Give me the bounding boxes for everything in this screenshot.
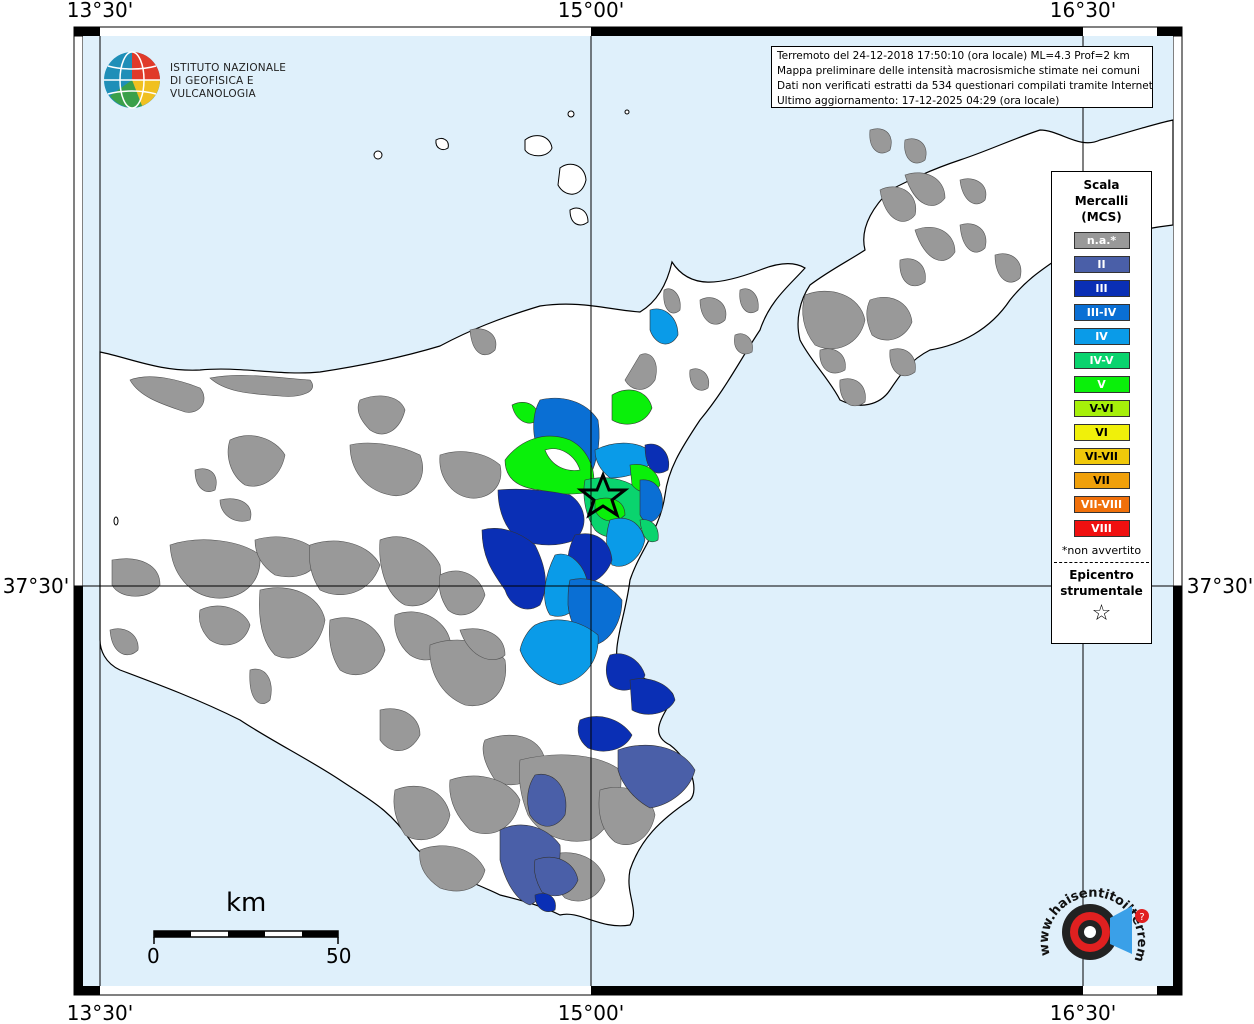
legend-item: V (1073, 376, 1130, 393)
star-icon: ☆ (1091, 601, 1112, 626)
legend-item: IV-V (1073, 352, 1130, 369)
legend-item: IV (1073, 328, 1130, 345)
legend-item: VII (1073, 472, 1130, 489)
info-line-data-source: Dati non verificati estratti da 534 ques… (777, 80, 1153, 92)
info-line-last-update: Ultimo aggiornamento: 17-12-2025 04:29 (… (777, 95, 1060, 107)
legend-note: *non avvertito (1061, 544, 1142, 557)
legend-item: n.a.* (1073, 232, 1130, 249)
scale-min: 0 (147, 944, 160, 968)
lon-label-left-top: 13°30' (67, 0, 133, 22)
legend-item: V-VI (1073, 400, 1130, 417)
svg-text:?: ? (1139, 912, 1144, 923)
legend-title-line2: Mercalli (1074, 194, 1129, 208)
legend-item: II (1073, 256, 1130, 273)
legend-title-line1: Scala (1083, 178, 1120, 192)
legend-epicenter-line1: Epicentro (1069, 568, 1134, 582)
earthquake-info-box: Terremoto del 24-12-2018 17:50:10 (ora l… (771, 46, 1153, 108)
lat-label-left: 37°30' (3, 574, 69, 598)
legend-item: III-IV (1073, 304, 1130, 321)
hsit-logo[interactable]: www.haisentitoilterremoto.it ? (1024, 849, 1158, 980)
legend-separator (1054, 562, 1149, 563)
legend-epicenter-label: Epicentro strumentale (1052, 567, 1151, 599)
lat-label-right: 37°30' (1187, 574, 1253, 598)
scale-unit: km (226, 888, 267, 918)
legend-title: Scala Mercalli (MCS) (1052, 177, 1151, 225)
legend-item: VII-VIII (1073, 496, 1130, 513)
legend-item: VI-VII (1073, 448, 1130, 465)
legend-item: III (1073, 280, 1130, 297)
ingv-logo: ISTITUTO NAZIONALE DI GEOFISICA E VULCAN… (102, 50, 322, 110)
info-line-event: Terremoto del 24-12-2018 17:50:10 (ora l… (777, 50, 1130, 62)
lon-label-right-top: 16°30' (1050, 0, 1116, 22)
lon-label-center-top: 15°00' (558, 0, 624, 22)
legend-item: VIII (1073, 520, 1130, 537)
ingv-globe-icon (104, 51, 160, 109)
legend-item: VI (1073, 424, 1130, 441)
lon-label-right-bottom: 16°30' (1050, 1001, 1116, 1024)
scale-max: 50 (326, 944, 352, 968)
legend: Scala Mercalli (MCS) n.a.* II III III-IV IV I… (1051, 171, 1152, 644)
info-line-description: Mappa preliminare delle intensità macros… (777, 65, 1140, 77)
ingv-name-line1: ISTITUTO NAZIONALE (170, 62, 287, 74)
ingv-name: ISTITUTO NAZIONALE DI GEOFISICA E VULCAN… (170, 62, 322, 101)
legend-items: n.a.* II III III-IV IV IV-V V V-VI VI VI-VII VII VI… (1052, 232, 1151, 537)
ingv-name-line2: DI GEOFISICA E VULCANOLOGIA (170, 75, 256, 100)
lon-label-left-bottom: 13°30' (67, 1001, 133, 1024)
lon-label-center-bottom: 15°00' (558, 1001, 624, 1024)
legend-title-line3: (MCS) (1081, 210, 1122, 224)
legend-epicenter-line2: strumentale (1060, 584, 1143, 598)
